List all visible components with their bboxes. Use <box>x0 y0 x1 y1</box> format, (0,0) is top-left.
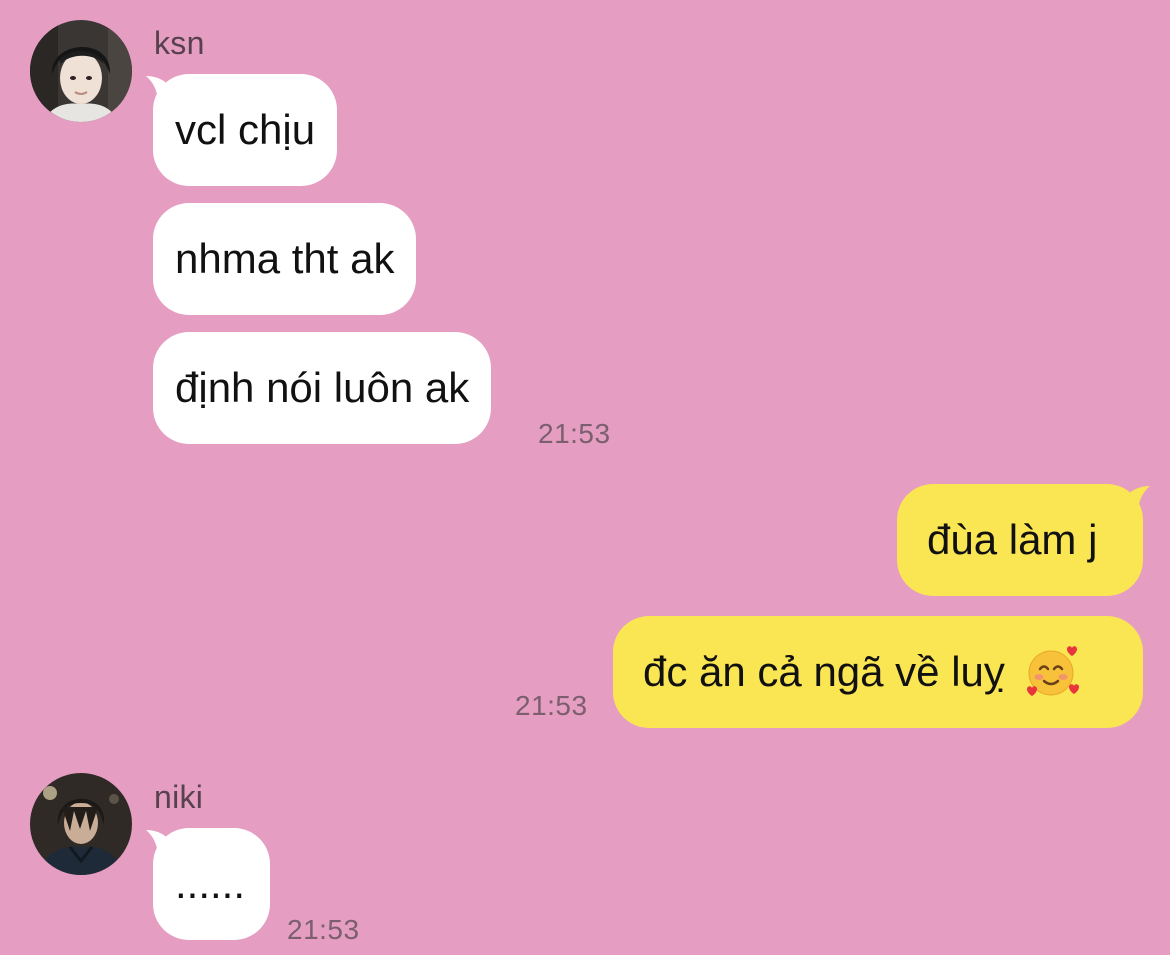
chat-thread: ksn vcl chịu nhma tht ak định nói luôn a… <box>0 0 1170 955</box>
sender-name-niki: niki <box>154 779 204 815</box>
message-text: định nói luôn ak <box>175 364 470 411</box>
message-bubble[interactable]: đc ăn cả ngã về luỵ <box>613 616 1143 728</box>
message-bubble[interactable]: ...... <box>153 828 270 940</box>
smiling-face-with-hearts-icon <box>1026 646 1079 696</box>
ksn-avatar[interactable] <box>30 20 132 122</box>
message-text: ...... <box>175 860 246 907</box>
timestamp: 21:53 <box>515 690 588 721</box>
message-text: vcl chịu <box>175 106 316 153</box>
timestamp: 21:53 <box>538 418 611 449</box>
sender-name-ksn: ksn <box>154 25 205 61</box>
niki-avatar[interactable] <box>30 773 132 875</box>
message-text: nhma tht ak <box>175 235 395 282</box>
message-bubble[interactable]: vcl chịu <box>153 74 338 186</box>
message-bubble[interactable]: định nói luôn ak <box>153 332 492 444</box>
timestamp: 21:53 <box>287 914 360 945</box>
message-text: đùa làm j <box>927 516 1098 563</box>
message-bubble[interactable]: đùa làm j <box>897 484 1143 596</box>
message-text: đc ăn cả ngã về luỵ <box>643 648 1005 695</box>
message-bubble[interactable]: nhma tht ak <box>153 203 417 315</box>
